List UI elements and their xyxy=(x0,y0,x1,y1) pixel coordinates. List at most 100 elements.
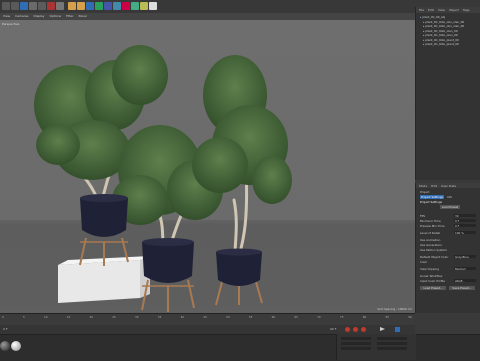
timeline-tick: 60 xyxy=(271,315,276,319)
end-frame[interactable]: 90 F xyxy=(330,327,337,331)
timeline-tick: 20 xyxy=(89,315,94,319)
grid-spacing-label: Grid Spacing : 10000 cm xyxy=(377,307,412,311)
view-clipping-dropdown[interactable]: Medium xyxy=(454,267,476,271)
light-icon[interactable] xyxy=(149,2,157,10)
load-preset-top-button[interactable]: Load Preset xyxy=(440,205,460,209)
move-icon[interactable] xyxy=(29,2,37,10)
attr-row-use-animation[interactable]: Use Animation xyxy=(420,238,478,242)
om-menu-tags[interactable]: Tags xyxy=(463,8,470,12)
vp-menu-view[interactable]: View xyxy=(3,14,10,18)
attr-row-lod: Level of Detail 100 % xyxy=(420,231,478,235)
attr-tab-mode[interactable]: Mode xyxy=(419,184,427,188)
attr-tab-edit[interactable]: Edit xyxy=(431,184,437,188)
vp-menu-options[interactable]: Options xyxy=(50,14,62,18)
timeline-tick: 30 xyxy=(135,315,139,319)
live-select-icon[interactable] xyxy=(20,2,28,10)
om-menu-view[interactable]: View xyxy=(438,8,445,12)
object-row[interactable]: ▸ plant_0C_0oto_plant_00 xyxy=(423,38,480,42)
coord-field[interactable] xyxy=(341,342,371,345)
start-frame[interactable]: 0 F xyxy=(3,327,8,331)
object-manager-menu: File Edit View Object Tags xyxy=(416,7,480,13)
coord-field[interactable] xyxy=(341,337,371,340)
camera-icon[interactable] xyxy=(140,2,148,10)
rotate-icon[interactable] xyxy=(47,2,55,10)
timeline-ruler: 0 5 10 15 20 25 30 35 40 45 50 55 60 65 70 75 80 85 90 xyxy=(2,315,412,319)
timeline-tick: 55 xyxy=(248,315,253,319)
color-profile-dropdown[interactable]: sRGB xyxy=(454,279,476,283)
lod-field[interactable]: 100 % xyxy=(454,231,476,235)
redo-icon[interactable] xyxy=(11,2,19,10)
undo-icon[interactable] xyxy=(2,2,10,10)
scene-icon[interactable] xyxy=(131,2,139,10)
object-row[interactable]: ▸ plant_0C_00_obj xyxy=(420,15,480,19)
scale-icon[interactable] xyxy=(38,2,46,10)
default-color-dropdown[interactable]: Gray-Blue xyxy=(454,255,476,259)
xyz-icon[interactable] xyxy=(56,2,64,10)
vp-menu-panel[interactable]: Panel xyxy=(79,14,87,18)
record-icon[interactable] xyxy=(345,327,350,332)
attr-row-use-motion[interactable]: Use Motion System xyxy=(420,248,478,252)
object-row[interactable]: ▸ plant_0C_0oto_plant_00 xyxy=(423,42,480,46)
timeline-tick: 65 xyxy=(294,315,298,319)
timeline-tick: 25 xyxy=(112,315,116,319)
coordinates-manager xyxy=(336,334,416,360)
vp-menu-filter[interactable]: Filter xyxy=(66,14,73,18)
timeline-tick: 85 xyxy=(385,315,390,319)
material-swatch-white[interactable] xyxy=(11,341,21,351)
timeline-mode-icon[interactable] xyxy=(395,327,400,332)
load-preset-button[interactable]: Load Preset... xyxy=(420,286,446,290)
attr-row-default-color: Default Object Color Gray-Blue xyxy=(420,255,478,259)
attribute-tabs: Mode Edit User Data xyxy=(416,183,480,188)
perspective-viewport[interactable]: Perspective Grid Spacing: 10000 cm xyxy=(0,20,415,313)
spline-icon[interactable] xyxy=(95,2,103,10)
attr-row-linear-workflow[interactable]: Linear Workflow xyxy=(420,274,478,278)
om-menu-object[interactable]: Object xyxy=(449,8,459,12)
object-manager: File Edit View Object Tags ▸ plant_0C_00… xyxy=(415,7,480,180)
cube-icon[interactable] xyxy=(86,2,94,10)
subtab-info[interactable]: Info xyxy=(447,195,452,199)
object-row[interactable]: ▸ plant_0C_0oto_olen_00 xyxy=(423,29,480,33)
timeline-tick: 75 xyxy=(339,315,344,319)
subtab-project-settings[interactable]: Project Settings xyxy=(420,195,444,199)
vp-menu-cameras[interactable]: Cameras xyxy=(15,14,28,18)
coord-field[interactable] xyxy=(341,347,371,350)
play-icon[interactable] xyxy=(380,327,385,331)
deformer-icon[interactable] xyxy=(122,2,130,10)
coord-field[interactable] xyxy=(377,347,407,350)
fps-field[interactable]: 30 xyxy=(454,214,476,218)
vp-menu-display[interactable]: Display xyxy=(33,14,44,18)
attr-tab-user-data[interactable]: User Data xyxy=(441,184,456,188)
attr-title: Project xyxy=(420,190,430,194)
coord-field[interactable] xyxy=(377,342,407,345)
object-row[interactable]: ▸ plant_0C_0oto_olen_00 xyxy=(423,33,480,37)
coord-field[interactable] xyxy=(377,337,407,340)
attr-subtabs: Project Settings Info xyxy=(420,195,478,199)
om-menu-edit[interactable]: Edit xyxy=(428,8,434,12)
timeline-tick: 45 xyxy=(203,315,207,319)
timeline-tick: 0 xyxy=(2,315,4,319)
object-row[interactable]: ▸ plant_0C_0oto_obo_olen_00 xyxy=(423,20,480,24)
om-menu-file[interactable]: File xyxy=(419,8,424,12)
transport-controls: 0 F 90 F xyxy=(0,325,415,334)
preview-min-field[interactable]: 0 F xyxy=(454,224,476,228)
timeline-tick: 10 xyxy=(43,315,48,319)
render-icon[interactable] xyxy=(77,2,85,10)
save-preset-button[interactable]: Save Preset... xyxy=(449,286,475,290)
timeline-tick: 80 xyxy=(362,315,367,319)
attr-section-title: Project Settings xyxy=(420,200,442,204)
object-row[interactable]: ▸ plant_0C_0oto_obo_olen_00 xyxy=(423,24,480,28)
attr-row-use-generators[interactable]: Use Generators xyxy=(420,243,478,247)
main-toolbar xyxy=(0,0,480,14)
attr-row-color: Color xyxy=(420,260,428,264)
material-swatch-dark[interactable] xyxy=(0,341,10,351)
scene-render xyxy=(0,45,415,313)
attr-row-input-color-profile: Input Color Profile sRGB xyxy=(420,279,478,283)
keyframe-icon[interactable] xyxy=(361,327,366,332)
render-view-icon[interactable] xyxy=(68,2,76,10)
min-time-field[interactable]: 0 F xyxy=(454,219,476,223)
array-icon[interactable] xyxy=(113,2,121,10)
timeline-tick: 70 xyxy=(317,315,321,319)
timeline-tick: 15 xyxy=(66,315,71,319)
autokey-icon[interactable] xyxy=(353,327,358,332)
nurbs-icon[interactable] xyxy=(104,2,112,10)
